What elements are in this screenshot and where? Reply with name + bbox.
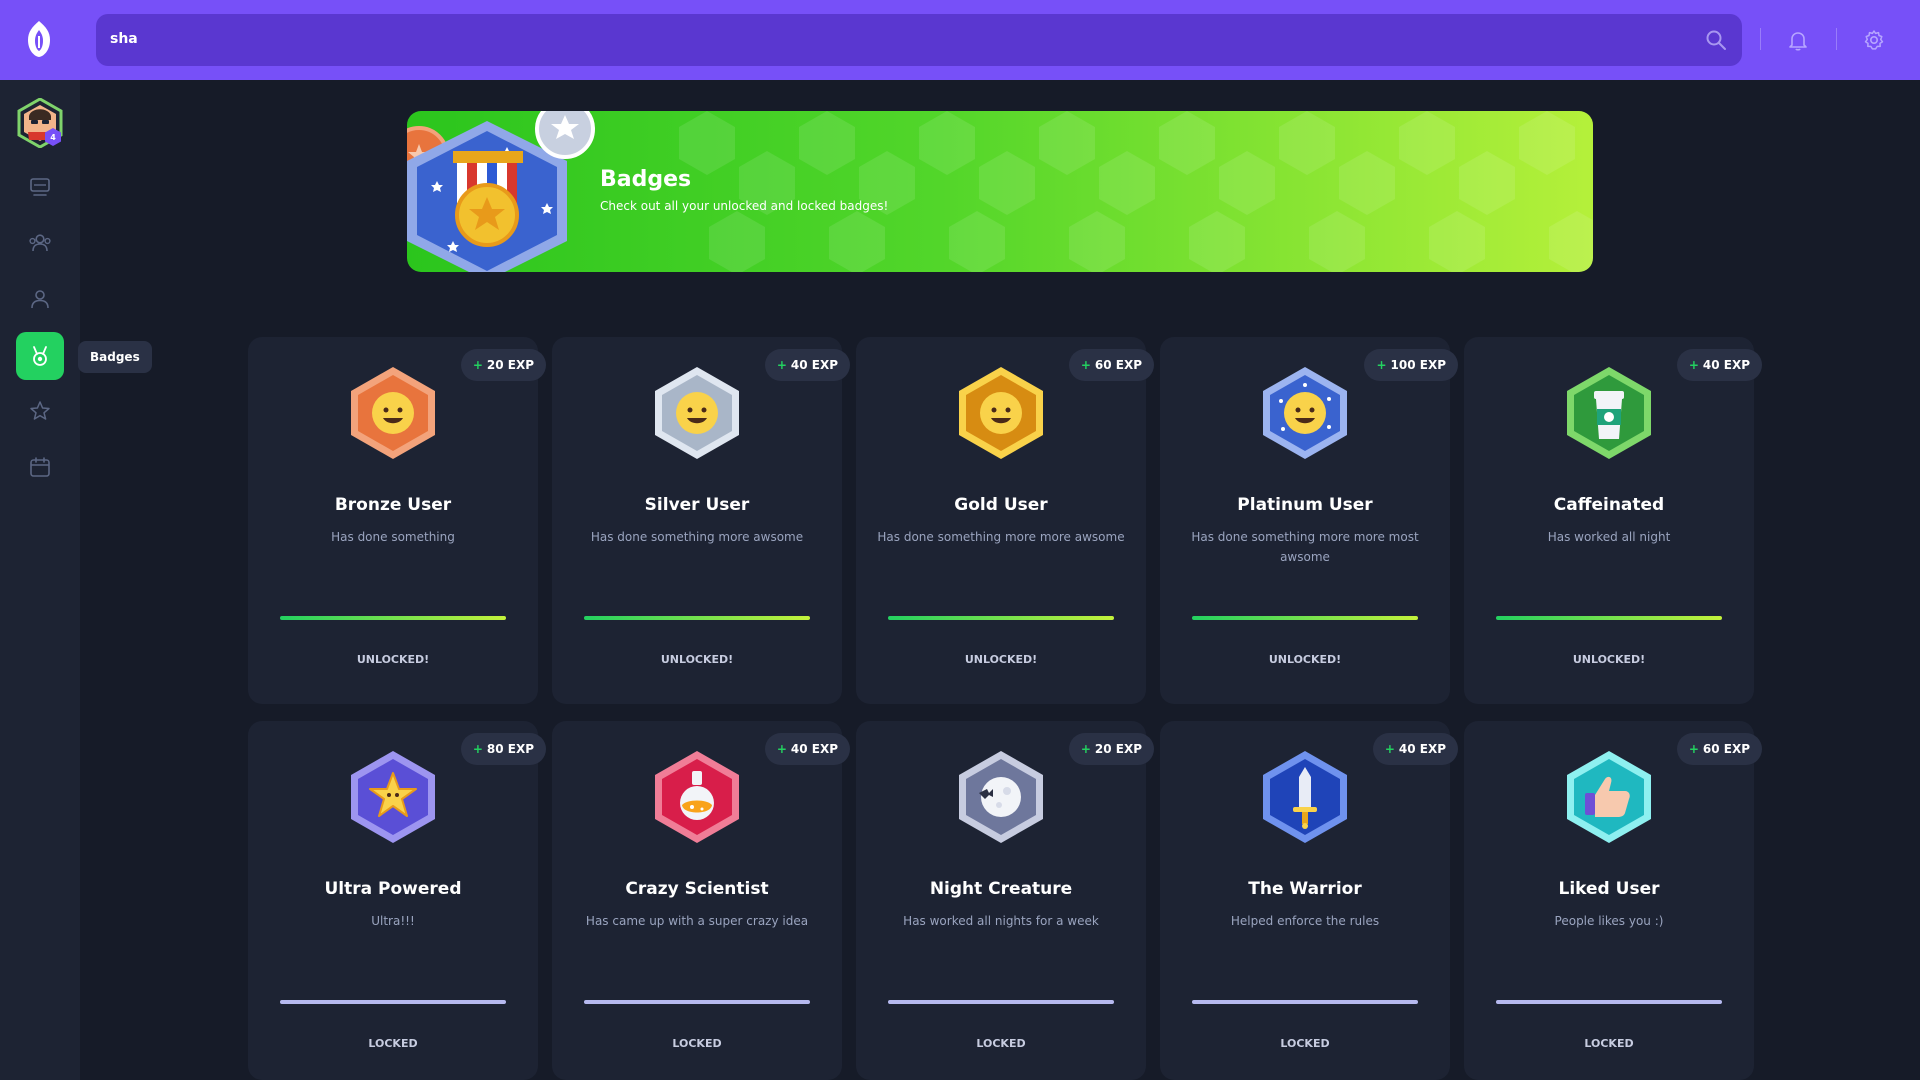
badge-description: Ultra!!! — [371, 914, 415, 928]
badge-title: Liked User — [1558, 879, 1660, 899]
badge-status: UNLOCKED! — [1268, 653, 1342, 666]
avatar[interactable]: 4 — [17, 98, 63, 148]
silver-badge-icon — [655, 367, 739, 459]
platinum-badge-icon — [1263, 367, 1347, 459]
divider — [1836, 28, 1837, 50]
moon-bat-badge-icon — [959, 751, 1043, 843]
exp-badge: +20 EXP — [460, 349, 546, 381]
medal-badge-icon — [407, 111, 595, 272]
exp-badge: +20 EXP — [1068, 733, 1154, 765]
banner-subtitle: Check out all your unlocked and locked b… — [600, 199, 889, 213]
users-icon — [29, 234, 51, 252]
calendar-icon — [30, 457, 50, 477]
sword-badge-icon — [1263, 751, 1347, 843]
progress-bar — [584, 1000, 810, 1004]
exp-badge: +100 EXP — [1364, 349, 1458, 381]
badge-title: Night Creature — [929, 879, 1073, 899]
search-bar[interactable]: sha — [96, 14, 1742, 66]
badges-banner: Badges Check out all your unlocked and l… — [407, 111, 1593, 272]
badge-title: Caffeinated — [1553, 495, 1665, 515]
star-badge-icon — [351, 751, 435, 843]
badge-status: UNLOCKED! — [660, 653, 734, 666]
progress-bar — [1496, 616, 1722, 620]
user-icon — [31, 290, 49, 309]
exp-badge: +80 EXP — [460, 733, 546, 765]
exp-badge: +60 EXP — [1676, 733, 1762, 765]
badge-title: Crazy Scientist — [625, 879, 769, 899]
badge-card-silver-user[interactable]: +40 EXP Silver User Has done something m… — [552, 337, 850, 704]
gear-icon[interactable] — [1862, 28, 1886, 52]
bell-icon[interactable] — [1786, 28, 1810, 52]
badge-description: Has worked all nights for a week — [903, 914, 1099, 928]
monitor-icon — [30, 178, 50, 196]
exp-badge: +40 EXP — [1372, 733, 1458, 765]
badge-card-caffeinated[interactable]: +40 EXP Caffeinated Has worked all night… — [1464, 337, 1762, 704]
badge-card-night-creature[interactable]: +20 EXP Night Creature Has worked all ni… — [856, 721, 1154, 1080]
badge-description: Helped enforce the rules — [1230, 914, 1380, 928]
badge-status: LOCKED — [1584, 1037, 1634, 1050]
bronze-badge-icon — [351, 367, 435, 459]
exp-badge: +40 EXP — [1676, 349, 1762, 381]
badge-description: Has done something more awsome — [590, 530, 804, 544]
sidebar-item-groups[interactable] — [16, 219, 64, 267]
badge-title: The Warrior — [1248, 879, 1362, 899]
badge-status: UNLOCKED! — [964, 653, 1038, 666]
badge-title: Platinum User — [1237, 495, 1373, 515]
badge-description: Has worked all night — [1547, 530, 1671, 544]
badge-title: Ultra Powered — [324, 879, 462, 899]
avatar-level: 4 — [50, 133, 56, 142]
badge-description: Has came up with a super crazy idea — [585, 914, 809, 928]
badge-title: Silver User — [644, 495, 750, 515]
progress-bar — [1192, 1000, 1418, 1004]
sidebar: 4 — [0, 80, 80, 1080]
badge-description: People likes you :) — [1554, 914, 1664, 928]
top-bar: sha — [0, 0, 1920, 80]
sidebar-item-quests[interactable] — [16, 387, 64, 435]
badge-card-liked-user[interactable]: +60 EXP Liked User People likes you :) L… — [1464, 721, 1762, 1080]
search-input[interactable]: sha — [110, 31, 138, 47]
badge-description: Has done something more more most awsome — [1191, 530, 1419, 564]
logo-icon[interactable] — [18, 18, 60, 60]
badge-card-bronze-user[interactable]: +20 EXP Bronze User Has done something U… — [248, 337, 546, 704]
badge-status: LOCKED — [976, 1037, 1026, 1050]
progress-bar — [1496, 1000, 1722, 1004]
sidebar-item-overview[interactable] — [16, 163, 64, 211]
potion-badge-icon — [655, 751, 739, 843]
medal-icon — [33, 346, 47, 366]
search-icon[interactable] — [1704, 28, 1728, 52]
banner-title: Badges — [600, 167, 692, 192]
progress-bar — [584, 616, 810, 620]
badge-description: Has done something more more awsome — [877, 530, 1125, 544]
exp-badge: +60 EXP — [1068, 349, 1154, 381]
badge-status: LOCKED — [672, 1037, 722, 1050]
badge-title: Gold User — [954, 495, 1048, 515]
badge-status: UNLOCKED! — [1572, 653, 1646, 666]
badge-card-crazy-scientist[interactable]: +40 EXP Crazy Scientist Has came up with… — [552, 721, 850, 1080]
badge-status: LOCKED — [368, 1037, 418, 1050]
badge-card-platinum-user[interactable]: +100 EXP Platinum User Has done somethin… — [1160, 337, 1458, 704]
progress-bar — [888, 1000, 1114, 1004]
progress-bar — [888, 616, 1114, 620]
progress-bar — [280, 616, 506, 620]
coffee-cup-badge-icon — [1567, 367, 1651, 459]
progress-bar — [280, 1000, 506, 1004]
thumbs-up-badge-icon — [1567, 751, 1651, 843]
badge-status: UNLOCKED! — [356, 653, 430, 666]
sidebar-tooltip: Badges — [78, 341, 152, 373]
exp-badge: +40 EXP — [764, 733, 850, 765]
progress-bar — [1192, 616, 1418, 620]
badge-status: LOCKED — [1280, 1037, 1330, 1050]
badge-card-the-warrior[interactable]: +40 EXP The Warrior Helped enforce the r… — [1160, 721, 1458, 1080]
sidebar-item-badges[interactable] — [16, 332, 64, 380]
sidebar-item-events[interactable] — [16, 443, 64, 491]
exp-badge: +40 EXP — [764, 349, 850, 381]
badge-description: Has done something — [331, 530, 455, 544]
divider — [1760, 28, 1761, 50]
gold-badge-icon — [959, 367, 1043, 459]
badge-card-gold-user[interactable]: +60 EXP Gold User Has done something mor… — [856, 337, 1154, 704]
star-icon — [30, 401, 50, 420]
badge-card-ultra-powered[interactable]: +80 EXP Ultra Powered Ultra!!! LOCKED — [248, 721, 546, 1080]
sidebar-item-profile[interactable] — [16, 275, 64, 323]
badge-title: Bronze User — [334, 495, 452, 515]
